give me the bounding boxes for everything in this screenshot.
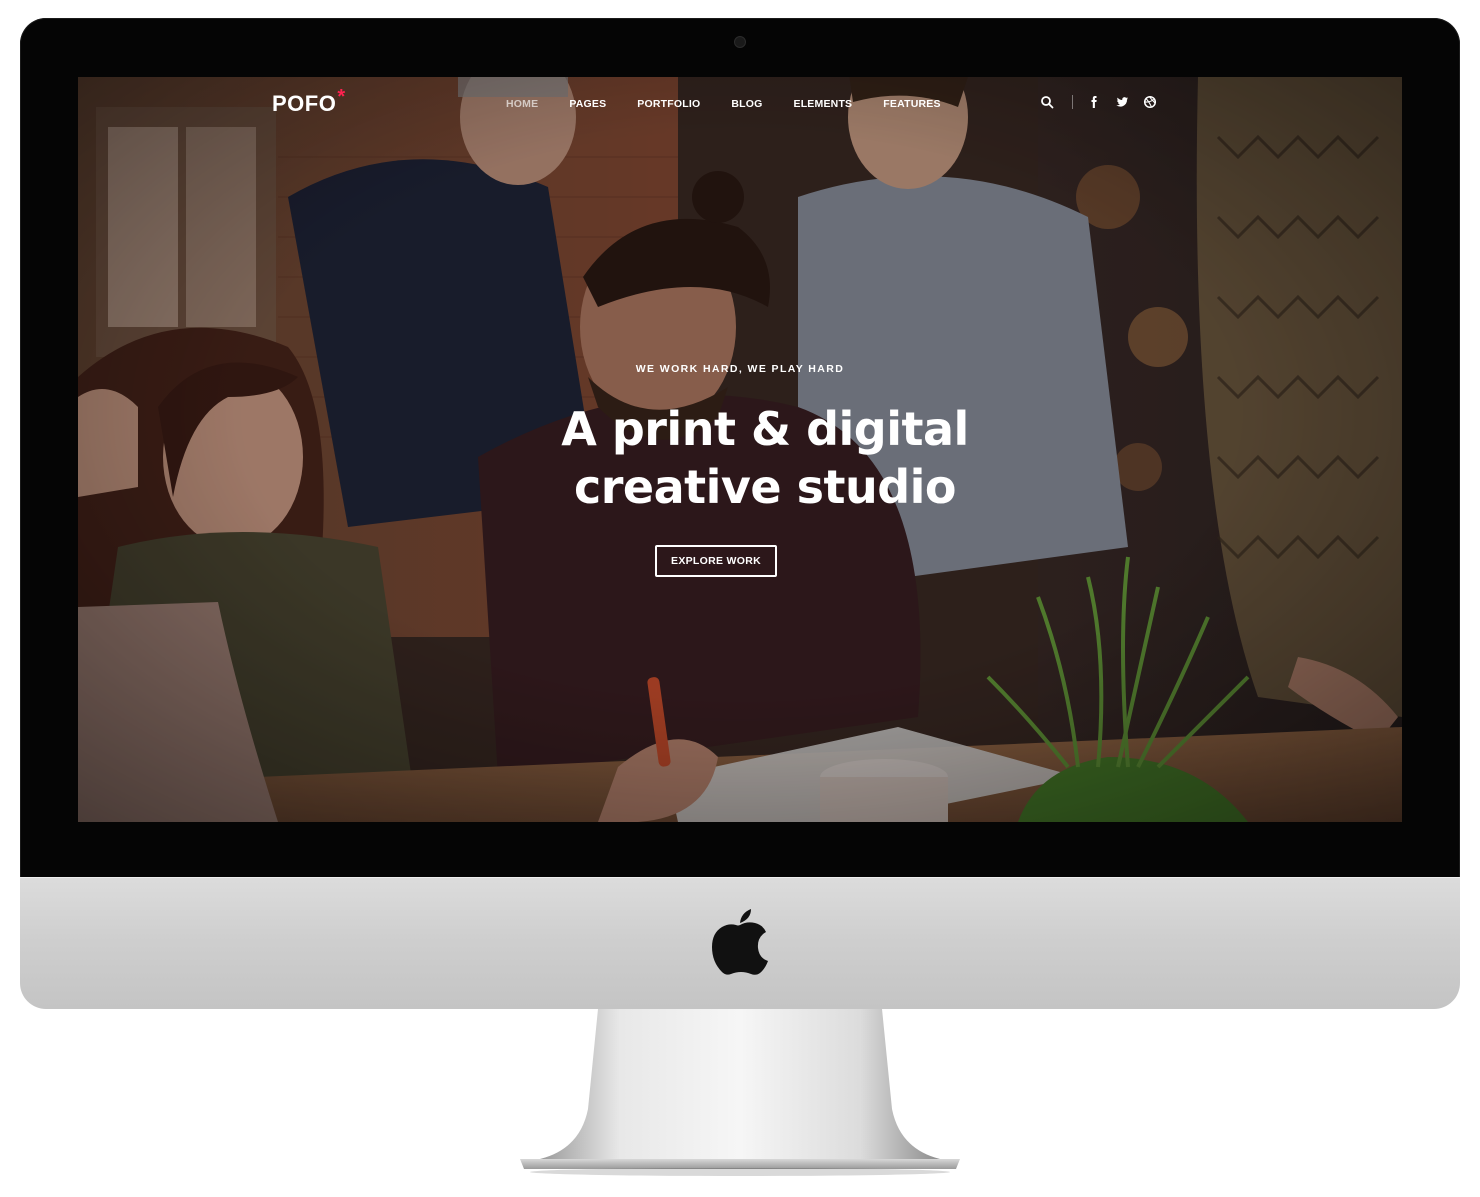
nav-item-portfolio[interactable]: PORTFOLIO xyxy=(637,98,700,110)
headline-line-1: A print & digital xyxy=(561,402,969,456)
search-icon[interactable] xyxy=(1040,95,1054,109)
nav-item-features[interactable]: FEATURES xyxy=(883,98,940,110)
hero-eyebrow: WE WORK HARD, WE PLAY HARD xyxy=(635,363,845,375)
logo-text: POFO xyxy=(272,91,337,116)
hero-headline: A print & digital creative studio xyxy=(78,400,1402,516)
screen: POFO* HOME PAGES PORTFOLIO BLOG ELEMENTS… xyxy=(78,77,1402,822)
facebook-icon[interactable] xyxy=(1087,95,1101,109)
camera-dot xyxy=(734,36,746,48)
main-nav: HOME PAGES PORTFOLIO BLOG ELEMENTS FEATU… xyxy=(506,98,972,110)
explore-work-button[interactable]: EXPLORE WORK xyxy=(655,545,777,577)
nav-item-blog[interactable]: BLOG xyxy=(731,98,762,110)
headline-line-2: creative studio xyxy=(573,460,957,514)
imac-stand xyxy=(520,1009,960,1176)
logo-mark: * xyxy=(337,86,346,108)
nav-icons xyxy=(1040,95,1157,109)
apple-logo-icon xyxy=(712,909,768,975)
twitter-icon[interactable] xyxy=(1115,95,1129,109)
site-logo[interactable]: POFO* xyxy=(272,86,345,117)
nav-item-elements[interactable]: ELEMENTS xyxy=(793,98,852,110)
nav-item-pages[interactable]: PAGES xyxy=(569,98,606,110)
dribbble-icon[interactable] xyxy=(1143,95,1157,109)
nav-item-home[interactable]: HOME xyxy=(506,98,538,110)
nav-divider xyxy=(1072,95,1073,109)
